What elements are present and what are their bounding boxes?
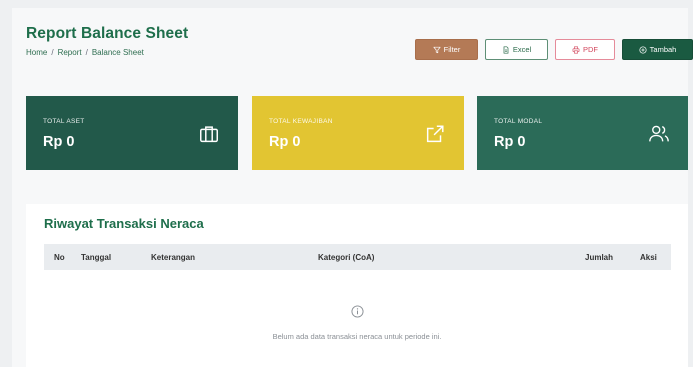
pdf-button-label: PDF [583,45,598,54]
total-modal-label: TOTAL MODAL [494,118,543,125]
excel-button-label: Excel [512,45,532,54]
column-keterangan: Keterangan [151,253,196,262]
breadcrumb-balance-sheet: Balance Sheet [91,48,144,57]
table-header: No Tanggal Keterangan Kategori (CoA) Jum… [44,244,671,270]
plus-circle-icon [639,45,647,54]
filter-button-label: Filter [443,45,461,54]
info-icon [351,305,364,318]
total-kewajiban-card: TOTAL KEWAJIBAN Rp 0 [252,96,464,170]
breadcrumb: Home / Report / Balance Sheet [26,48,144,57]
column-aksi: Aksi [640,253,657,262]
pdf-button[interactable]: PDF [555,39,615,60]
tambah-button-label: Tambah [649,45,677,54]
breadcrumb-report[interactable]: Report [58,48,82,57]
total-aset-label: TOTAL ASET [43,118,85,125]
toolbar: Filter Excel PDF Tambah [415,39,693,60]
balance-sheet-page: Report Balance Sheet Home / Report / Bal… [12,8,693,367]
empty-state-message: Belum ada data transaksi neraca untuk pe… [272,332,442,341]
excel-button[interactable]: Excel [485,39,548,60]
briefcase-icon [200,126,218,143]
printer-icon [572,45,580,54]
filter-button[interactable]: Filter [415,39,478,60]
filter-icon [433,46,441,53]
column-no: No [54,253,65,262]
history-title: Riwayat Transaksi Neraca [44,216,204,231]
total-modal-value: Rp 0 [494,134,526,150]
file-icon [503,45,509,54]
total-aset-value: Rp 0 [43,134,75,150]
page-title: Report Balance Sheet [26,25,189,42]
total-modal-card: TOTAL MODAL Rp 0 [477,96,688,170]
total-kewajiban-label: TOTAL KEWAJIBAN [269,118,333,125]
breadcrumb-separator: / [85,48,88,57]
transaction-history-panel: Riwayat Transaksi Neraca No Tanggal Kete… [26,204,688,367]
total-aset-card: TOTAL ASET Rp 0 [26,96,238,170]
users-icon [649,125,669,142]
total-kewajiban-value: Rp 0 [269,134,301,150]
column-jumlah: Jumlah [585,253,614,262]
column-tanggal: Tanggal [81,253,112,262]
external-link-icon [426,125,444,143]
tambah-button[interactable]: Tambah [622,39,693,60]
breadcrumb-home[interactable]: Home [26,48,47,57]
column-kategori: Kategori (CoA) [318,253,375,262]
breadcrumb-separator: / [51,48,54,57]
